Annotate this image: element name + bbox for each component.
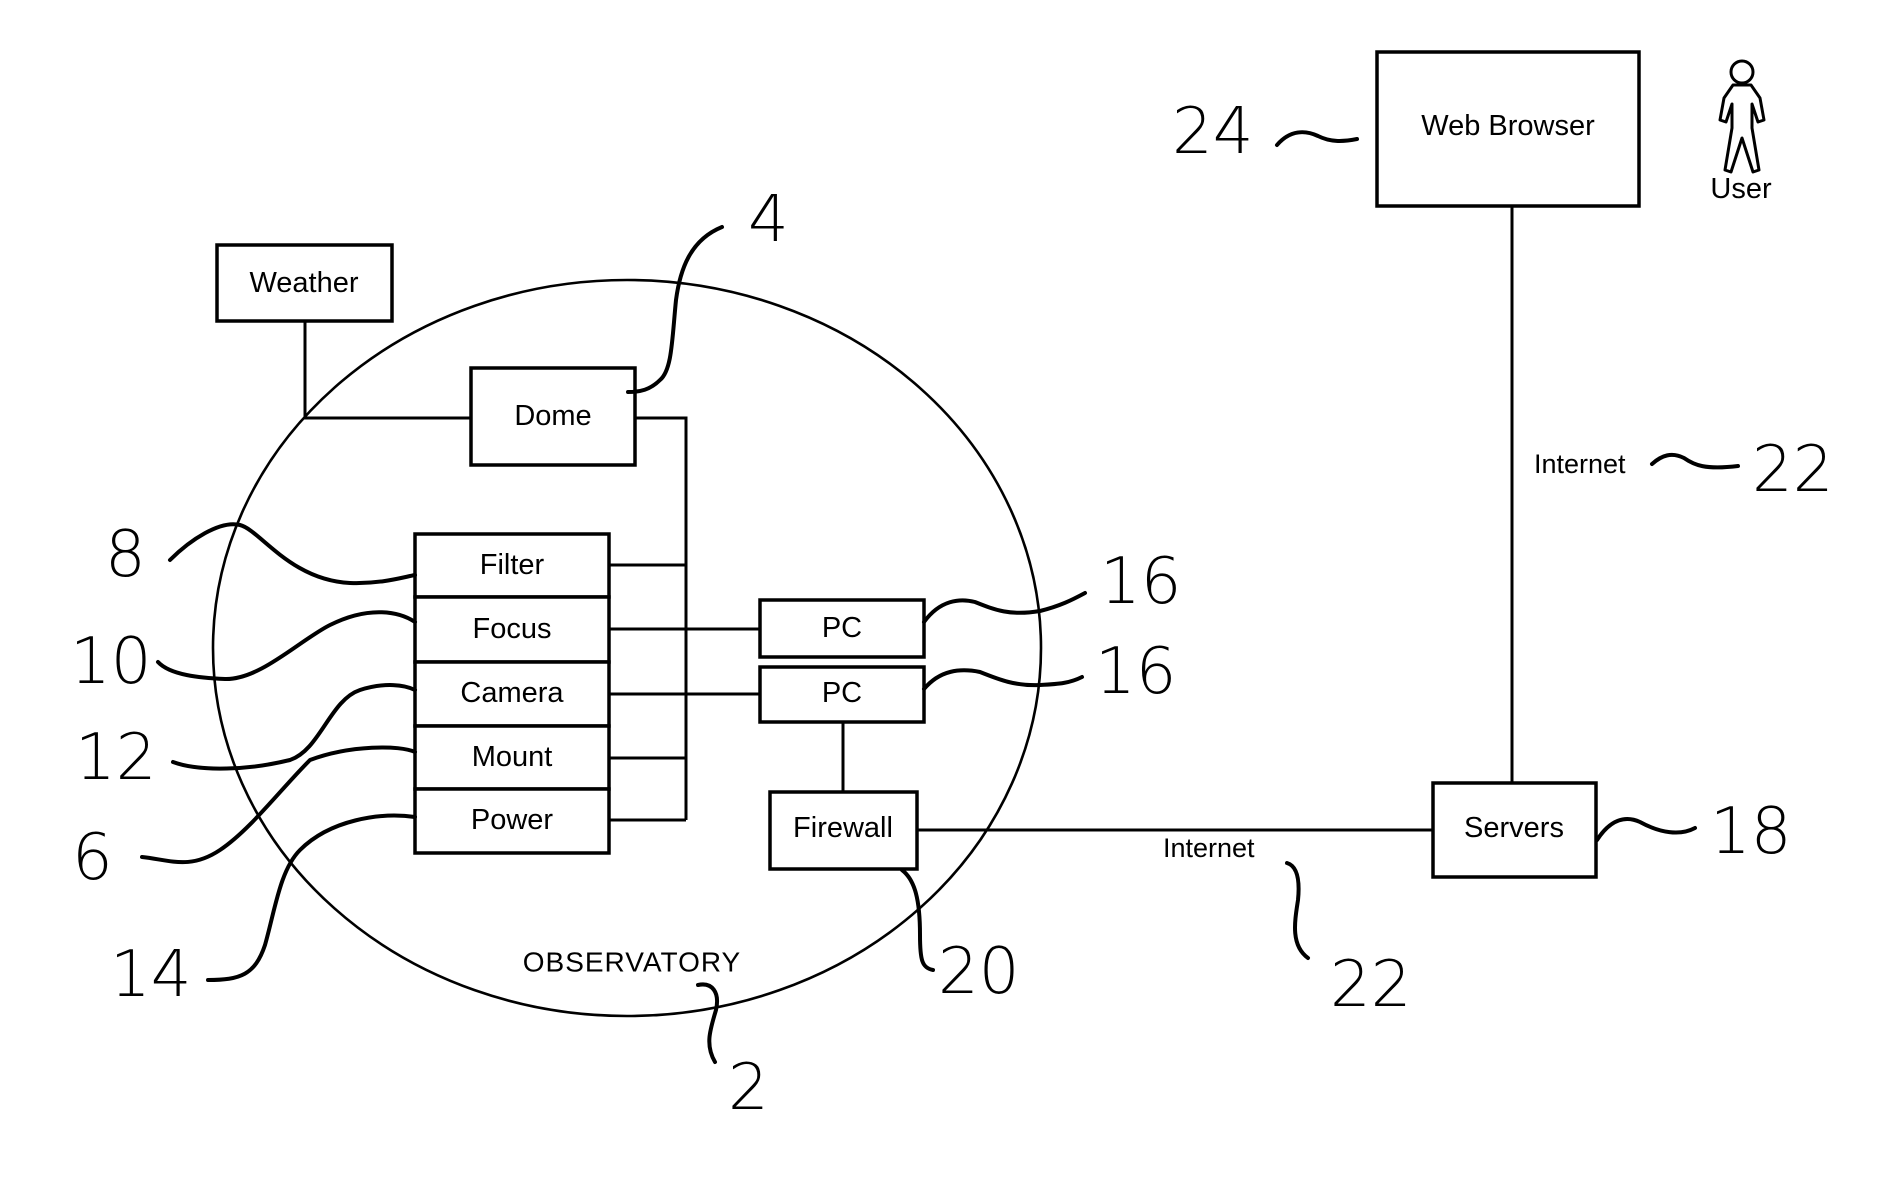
leader-22-lower — [1285, 861, 1310, 960]
mount-label: Mount — [472, 741, 553, 773]
servers-label: Servers — [1464, 812, 1564, 844]
internet-label-upper: Internet — [1534, 449, 1626, 479]
servers-component: Servers — [1431, 781, 1598, 879]
leader-16-b — [922, 668, 1084, 691]
leader-18 — [1595, 817, 1697, 842]
ref-16-b: 16 — [1095, 635, 1176, 709]
internet-label-lower: Internet — [1163, 833, 1255, 863]
power-label: Power — [471, 804, 554, 836]
filter-label: Filter — [480, 549, 545, 581]
ref-18: 18 — [1710, 795, 1791, 869]
pc-1-label: PC — [822, 612, 862, 644]
leader-22-upper — [1650, 452, 1740, 470]
leader-24 — [1275, 130, 1359, 147]
camera-label: Camera — [460, 677, 564, 709]
ref-14: 14 — [110, 938, 191, 1012]
leader-2 — [696, 982, 719, 1064]
user-icon: User — [1710, 59, 1772, 205]
pc-2-component: PC — [758, 665, 926, 724]
ref-16-a: 16 — [1100, 545, 1181, 619]
instrument-stack: Filter Focus Camera Mount Power — [413, 532, 611, 855]
dome-component: Dome — [469, 366, 637, 467]
weather-component: Weather — [215, 243, 394, 323]
pc-2-label: PC — [822, 677, 862, 709]
leader-14 — [206, 813, 417, 982]
firewall-label: Firewall — [793, 812, 893, 844]
observatory-network-diagram: Weather Dome Filter Focus Camera Mount P… — [70, 50, 1833, 1125]
ref-10: 10 — [70, 625, 151, 699]
firewall-component: Firewall — [768, 790, 919, 871]
ref-2: 2 — [728, 1051, 769, 1125]
leader-16-a — [922, 591, 1087, 624]
weather-label: Weather — [249, 267, 358, 299]
leader-10 — [156, 610, 417, 682]
user-label: User — [1710, 173, 1772, 205]
leader-4 — [626, 225, 724, 394]
ref-22-upper: 22 — [1752, 433, 1833, 507]
web-browser-component: Web Browser — [1375, 50, 1641, 208]
observatory-label: OBSERVATORY — [523, 947, 741, 978]
focus-label: Focus — [473, 613, 552, 645]
dome-to-bus-connector — [635, 416, 688, 820]
ref-6: 6 — [72, 821, 113, 895]
ref-8: 8 — [105, 518, 146, 592]
ref-20: 20 — [938, 935, 1019, 1009]
leader-8 — [168, 522, 417, 586]
ref-12: 12 — [75, 721, 156, 795]
pc-1-component: PC — [758, 598, 926, 659]
web-browser-label: Web Browser — [1421, 110, 1595, 142]
leader-12 — [171, 683, 417, 771]
ref-22-lower: 22 — [1330, 948, 1411, 1022]
weather-connector — [303, 321, 471, 420]
ref-24: 24 — [1172, 95, 1253, 169]
ref-4: 4 — [748, 183, 789, 257]
dome-label: Dome — [514, 400, 591, 432]
